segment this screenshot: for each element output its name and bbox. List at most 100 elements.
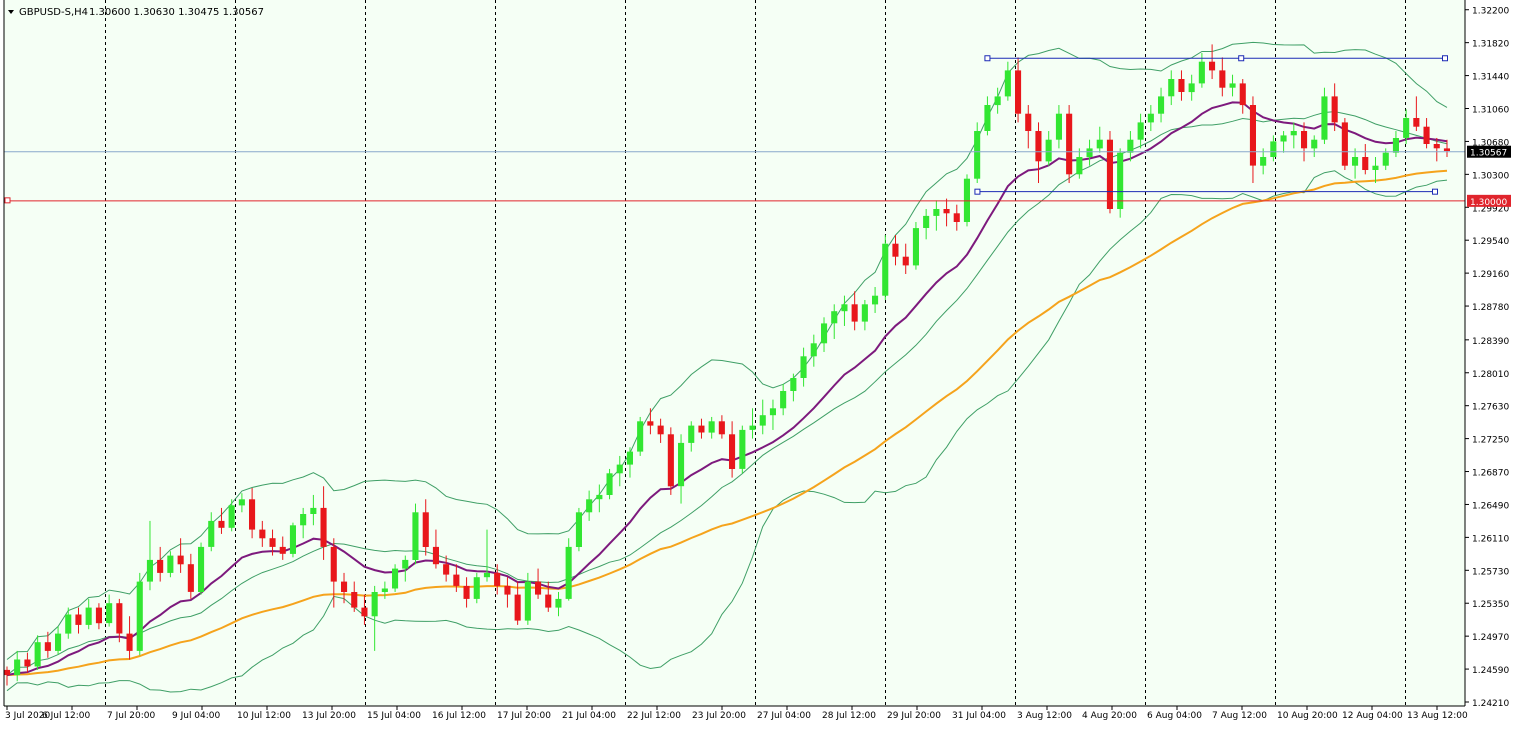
time-tick-label: 9 Jul 04:00 <box>172 711 221 721</box>
candle <box>912 222 919 270</box>
candle-body <box>616 464 623 474</box>
candle-body <box>535 581 542 595</box>
candle-body <box>392 568 399 589</box>
candle-body <box>1198 61 1205 84</box>
candle-body <box>249 499 256 530</box>
candle-body <box>912 228 919 266</box>
candle-body <box>24 659 31 667</box>
candle-body <box>443 564 450 575</box>
symbol-label: GBPUSD-S,H4 <box>19 7 88 18</box>
candle-body <box>524 581 531 621</box>
candle-body <box>381 588 388 592</box>
candle <box>882 235 889 300</box>
candle-body <box>1433 144 1440 149</box>
candle-body <box>688 425 695 443</box>
candle-body <box>1015 70 1022 114</box>
candle-body <box>300 514 307 526</box>
candle-body <box>1137 122 1144 140</box>
candle-body <box>1331 96 1338 123</box>
candle <box>412 503 419 565</box>
price-tick-label: 1.31820 <box>1472 40 1509 50</box>
candle-body <box>902 256 909 266</box>
candle <box>1066 105 1073 184</box>
candle-body <box>933 209 940 216</box>
candle-body <box>269 538 276 547</box>
candle-body <box>1076 157 1083 175</box>
time-tick-label: 12 Aug 04:00 <box>1342 711 1403 721</box>
candle-body <box>34 642 41 667</box>
candle <box>565 538 572 601</box>
time-tick-label: 23 Jul 20:00 <box>692 711 746 721</box>
candle-body <box>432 546 439 565</box>
trendline-anchor-handle[interactable] <box>1432 188 1438 195</box>
price-axis: 1.322001.318201.314401.310601.306801.303… <box>1465 7 1509 709</box>
candle-body <box>1004 70 1011 97</box>
candle-body <box>626 451 633 465</box>
candle-body <box>473 577 480 599</box>
candle-body <box>402 559 409 569</box>
candle-body <box>1096 139 1103 149</box>
candle <box>974 122 981 184</box>
candle-body <box>729 434 736 469</box>
price-tick-label: 1.26110 <box>1472 534 1509 544</box>
candle-body <box>1229 83 1236 88</box>
current-price-tag: 1.30567 <box>1467 145 1511 159</box>
candle-body <box>555 598 562 608</box>
candle-body <box>596 494 603 500</box>
candle-body <box>330 546 337 582</box>
trendline-anchor-handle[interactable] <box>1442 55 1448 62</box>
candle-body <box>647 421 654 426</box>
time-tick-label: 17 Jul 20:00 <box>497 711 551 721</box>
candle <box>1117 148 1124 218</box>
time-tick-label: 29 Jul 20:00 <box>887 711 941 721</box>
candle-body <box>1249 105 1256 166</box>
candle <box>289 522 296 558</box>
candle-body <box>790 378 797 391</box>
candle-body <box>1025 113 1032 131</box>
candle-body <box>892 243 899 257</box>
candle-body <box>504 585 511 595</box>
candle-body <box>3 669 10 676</box>
price-tick-label: 1.27250 <box>1472 436 1509 446</box>
candle-body <box>228 505 235 528</box>
trendline-anchor-handle[interactable] <box>974 188 981 195</box>
candle-body <box>95 607 102 624</box>
price-tick-label: 1.28780 <box>1472 303 1509 313</box>
candle <box>739 425 746 474</box>
candle-body <box>351 592 358 608</box>
candle-body <box>708 421 715 433</box>
price-tick-label: 1.31440 <box>1472 73 1509 83</box>
candle-body <box>44 642 51 651</box>
price-tick-label: 1.30300 <box>1472 171 1509 181</box>
price-tick-label: 1.24970 <box>1472 633 1509 643</box>
trendline-anchor-handle[interactable] <box>1238 55 1245 62</box>
candle-body <box>279 546 286 554</box>
candle-body <box>810 343 817 357</box>
candle-body <box>289 525 296 554</box>
candle-body <box>65 614 72 634</box>
candle-body <box>749 425 756 430</box>
candle-body <box>14 659 21 676</box>
candle-body <box>1321 96 1328 140</box>
level-price-tag: 1.30000 <box>1467 194 1511 208</box>
candle-body <box>1147 113 1154 123</box>
candle-body <box>198 546 205 592</box>
time-tick-label: 3 Aug 12:00 <box>1017 711 1072 721</box>
time-tick-label: 7 Aug 12:00 <box>1212 711 1267 721</box>
candle-body <box>831 311 838 324</box>
candle-body <box>483 572 490 578</box>
time-axis: 3 Jul 20206 Jul 12:00 7 Jul 20:00 9 Jul 04… <box>5 706 1468 721</box>
candle-body <box>1086 148 1093 158</box>
time-tick-label: 13 Aug 12:00 <box>1407 711 1468 721</box>
time-tick-label: 27 Jul 04:00 <box>757 711 811 721</box>
candle-body <box>341 581 348 592</box>
chart-svg: 1.322001.318201.314401.310601.306801.303… <box>3 0 1511 721</box>
trendline-anchor-handle[interactable] <box>984 55 991 62</box>
candle-body <box>759 415 766 426</box>
candle-body <box>116 603 123 634</box>
time-tick-label: 6 Aug 04:00 <box>1147 711 1202 721</box>
candle-body <box>861 304 868 322</box>
price-tick-label: 1.29160 <box>1472 270 1509 280</box>
candle-body <box>667 434 674 487</box>
level-line-handle[interactable] <box>4 197 11 204</box>
